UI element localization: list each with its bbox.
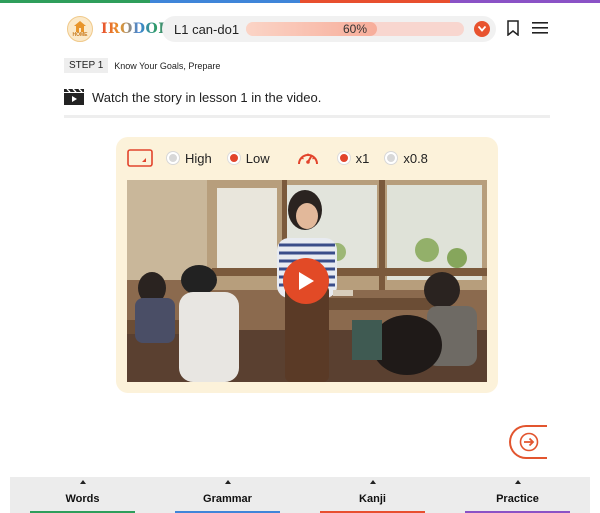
home-button[interactable]: HOME xyxy=(67,16,93,42)
home-label: HOME xyxy=(72,31,88,38)
arrow-right-icon xyxy=(519,432,539,452)
top-color-bar xyxy=(0,0,600,3)
play-button[interactable] xyxy=(283,258,329,304)
menu-icon[interactable] xyxy=(532,21,548,35)
progress-percent: 60% xyxy=(342,22,368,36)
progress-bar: 60% xyxy=(246,22,464,36)
nav-words-label: Words xyxy=(65,493,100,505)
play-icon xyxy=(299,272,314,290)
bookmark-icon[interactable] xyxy=(507,20,519,36)
nav-practice[interactable]: Practice xyxy=(445,477,590,513)
lesson-progress[interactable]: L1 can-do1 60% xyxy=(162,16,496,42)
nav-grammar-label: Grammar xyxy=(203,493,252,505)
caret-up-icon xyxy=(224,480,231,484)
lesson-label: L1 can-do1 xyxy=(174,21,240,37)
chevron-down-icon xyxy=(478,26,486,32)
step-badge: STEP 1 xyxy=(64,58,109,73)
quality-low-label: Low xyxy=(245,150,270,166)
speed-x08-radio[interactable] xyxy=(385,152,398,164)
quality-high-radio[interactable] xyxy=(167,152,179,164)
video-frame[interactable] xyxy=(127,180,487,382)
step-indicator: STEP 1 Know Your Goals, Prepare xyxy=(64,57,220,74)
caret-up-icon xyxy=(514,480,521,484)
speed-gauge-icon xyxy=(297,153,318,165)
nav-grammar[interactable]: Grammar xyxy=(155,477,300,513)
divider xyxy=(64,115,550,118)
instruction: Watch the story in lesson 1 in the video… xyxy=(64,89,321,105)
quality-low-radio[interactable] xyxy=(227,152,240,164)
nav-kanji-label: Kanji xyxy=(359,493,386,505)
nav-kanji[interactable]: Kanji xyxy=(300,477,445,513)
video-player: High Low x1 x0.8 xyxy=(116,137,498,393)
header: HOME IRODORI L1 can-do1 60% xyxy=(0,14,600,46)
bottom-nav: Words Grammar Kanji Practice xyxy=(10,477,590,513)
quality-high-label: High xyxy=(185,150,212,166)
nav-practice-label: Practice xyxy=(496,493,539,505)
speed-x1-label: x1 xyxy=(355,150,370,166)
next-button[interactable] xyxy=(509,425,547,459)
caret-up-icon xyxy=(369,480,376,484)
clapperboard-icon xyxy=(64,89,84,105)
player-options: High Low x1 x0.8 xyxy=(127,149,428,167)
step-text: Know Your Goals, Prepare xyxy=(114,60,221,71)
home-icon xyxy=(74,20,86,32)
nav-words[interactable]: Words xyxy=(10,477,155,513)
instruction-text: Watch the story in lesson 1 in the video… xyxy=(92,89,322,105)
speed-x1-radio[interactable] xyxy=(337,152,350,164)
fullscreen-icon[interactable] xyxy=(127,149,153,167)
speed-x08-label: x0.8 xyxy=(403,150,428,166)
progress-dropdown-button[interactable] xyxy=(474,21,490,37)
caret-up-icon xyxy=(79,480,86,484)
